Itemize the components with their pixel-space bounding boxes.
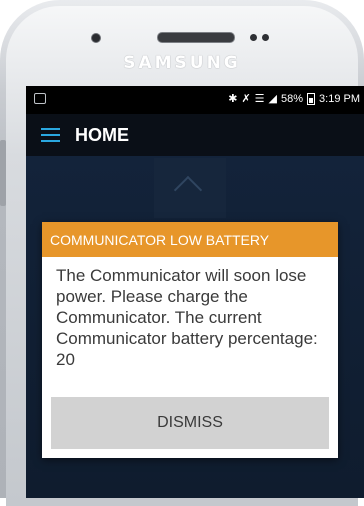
notification-icon — [34, 93, 46, 104]
sensor-icon — [250, 34, 257, 41]
signal-icon: ◢ — [268, 93, 277, 105]
hamburger-menu-icon[interactable] — [41, 128, 60, 142]
scroll-up-button[interactable] — [154, 158, 226, 218]
earpiece-speaker — [157, 32, 235, 43]
bluetooth-icon: ✱ — [228, 93, 238, 105]
phone-screen: ✱ ✗ ☰ ◢ 58% 3:19 PM HOME COMMUNICATOR LO… — [26, 86, 364, 498]
brand-logo: SAMSUNG — [123, 53, 241, 73]
phone-frame: SAMSUNG ✱ ✗ ☰ ◢ 58% 3:19 PM HOME COMMUNI… — [0, 0, 364, 506]
dismiss-button[interactable]: DISMISS — [51, 397, 329, 449]
front-camera-icon — [91, 33, 101, 43]
dialog-header: COMMUNICATOR LOW BATTERY — [42, 222, 338, 257]
app-bar: HOME — [26, 114, 364, 156]
mute-icon: ✗ — [241, 93, 251, 105]
sensor-icon — [262, 34, 269, 41]
wifi-icon: ☰ — [254, 93, 265, 105]
volume-button — [0, 140, 6, 206]
low-battery-dialog: COMMUNICATOR LOW BATTERY The Communicato… — [42, 222, 338, 458]
app-title: HOME — [75, 125, 129, 145]
status-bar: ✱ ✗ ☰ ◢ 58% 3:19 PM — [26, 86, 364, 114]
chevron-up-icon — [173, 175, 203, 205]
battery-icon — [307, 93, 316, 105]
status-indicators: ✱ ✗ ☰ ◢ 58% 3:19 PM — [228, 92, 360, 106]
dialog-title: COMMUNICATOR LOW BATTERY — [50, 232, 270, 248]
clock: 3:19 PM — [319, 93, 360, 105]
battery-percent: 58% — [281, 93, 304, 105]
dialog-message: The Communicator will soon lose power. P… — [56, 266, 318, 369]
